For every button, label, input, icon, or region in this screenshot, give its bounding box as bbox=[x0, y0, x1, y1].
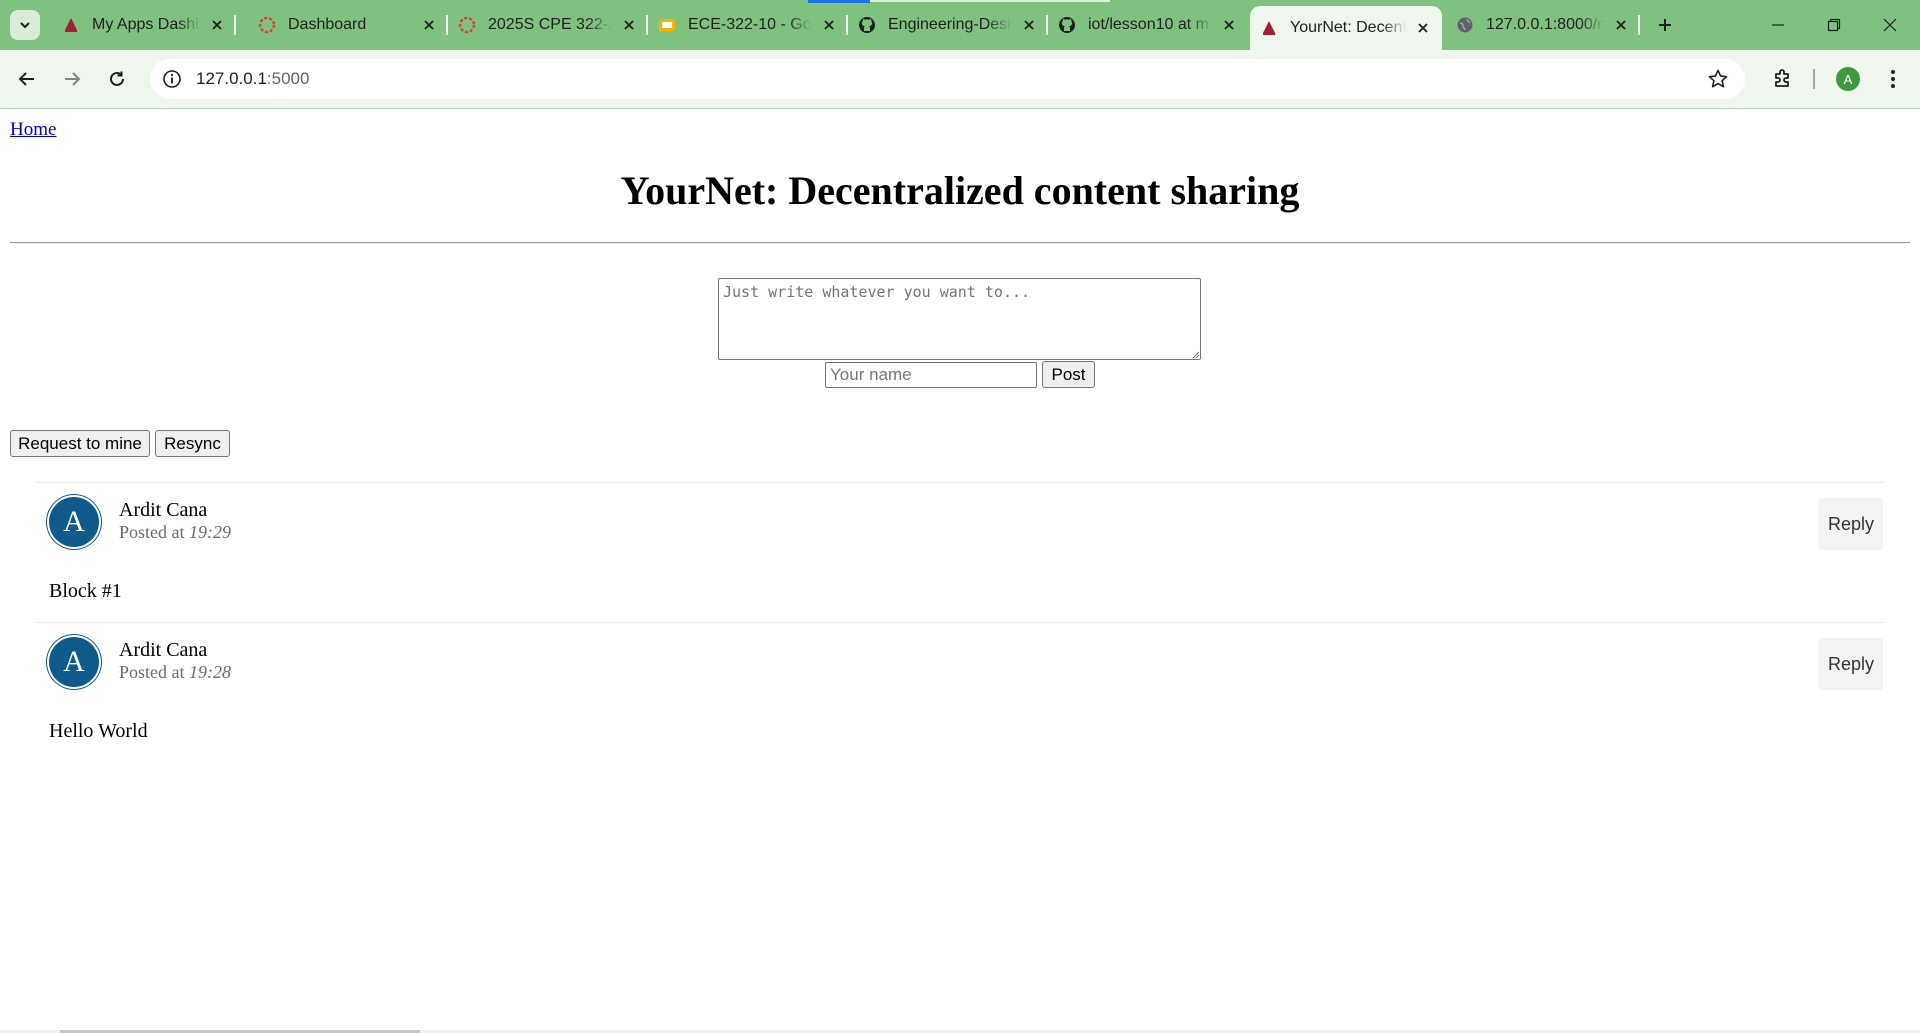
browser-tab[interactable]: ECE-322-10 - Google Slides bbox=[648, 0, 848, 50]
tab-title: 2025S CPE 322-A bbox=[488, 16, 612, 33]
post-time: 19:28 bbox=[189, 662, 231, 682]
toolbar-divider bbox=[1813, 69, 1815, 89]
tab-title: ECE-322-10 - Google Slides bbox=[688, 16, 812, 33]
url-port: :5000 bbox=[266, 69, 310, 88]
url-text: 127.0.0.1:5000 bbox=[196, 69, 309, 89]
close-icon[interactable] bbox=[208, 16, 226, 34]
avatar: A bbox=[47, 495, 101, 549]
canvas-icon bbox=[258, 16, 276, 34]
tab-separator bbox=[1638, 15, 1640, 35]
close-icon[interactable] bbox=[420, 16, 438, 34]
post-content: Block #1 bbox=[49, 580, 122, 602]
address-bar[interactable]: 127.0.0.1:5000 bbox=[150, 59, 1745, 99]
globe-icon bbox=[1456, 16, 1474, 34]
close-icon bbox=[1883, 18, 1897, 32]
stevens-icon bbox=[62, 16, 80, 34]
divider bbox=[10, 242, 1910, 244]
browser-tab[interactable]: 2025S CPE 322-A bbox=[448, 0, 648, 50]
avatar: A bbox=[47, 635, 101, 689]
post-item: A Ardit Cana Posted at 19:29 Reply Block… bbox=[35, 482, 1885, 623]
close-icon[interactable] bbox=[1414, 19, 1432, 37]
request-to-mine-button[interactable]: Request to mine bbox=[10, 430, 150, 457]
new-tab-button[interactable] bbox=[1650, 10, 1680, 40]
browser-tab[interactable]: Engineering-Design bbox=[848, 0, 1048, 50]
canvas-icon bbox=[458, 16, 476, 34]
post-button[interactable]: Post bbox=[1042, 361, 1095, 388]
home-link[interactable]: Home bbox=[10, 119, 56, 141]
tab-title: My Apps Dashboard bbox=[92, 16, 200, 33]
resync-button[interactable]: Resync bbox=[155, 430, 230, 457]
star-icon[interactable] bbox=[1707, 68, 1729, 90]
post-item: A Ardit Cana Posted at 19:28 Reply Hello… bbox=[35, 622, 1885, 763]
back-button[interactable] bbox=[10, 62, 44, 96]
more-vertical-icon bbox=[1891, 70, 1895, 88]
page-title: YourNet: Decentralized content sharing bbox=[620, 168, 1300, 213]
reply-button[interactable]: Reply bbox=[1819, 498, 1883, 550]
tab-title: YourNet: Decentralized bbox=[1290, 19, 1406, 36]
tab-strip: My Apps Dashboard Dashboard 2025S CPE 32… bbox=[0, 0, 1920, 50]
chevron-down-icon bbox=[20, 22, 30, 29]
post-time: 19:29 bbox=[189, 522, 231, 542]
resize-grip-icon[interactable] bbox=[1190, 349, 1200, 359]
tab-title: Engineering-Design bbox=[888, 16, 1012, 33]
github-icon bbox=[858, 16, 876, 34]
profile-avatar[interactable]: A bbox=[1836, 67, 1860, 91]
posted-prefix: Posted at bbox=[119, 662, 185, 682]
post-content-textarea[interactable] bbox=[718, 278, 1201, 360]
forward-button[interactable] bbox=[55, 62, 89, 96]
tab-search-button[interactable] bbox=[10, 10, 40, 40]
minimize-button[interactable] bbox=[1750, 0, 1806, 50]
tab-title: Dashboard bbox=[288, 16, 367, 33]
close-icon[interactable] bbox=[1020, 16, 1038, 34]
restore-icon bbox=[1827, 18, 1841, 32]
browser-tab[interactable]: 127.0.0.1:8000/mine bbox=[1446, 0, 1640, 50]
url-host: 127.0.0.1 bbox=[196, 69, 267, 88]
plus-icon bbox=[1659, 19, 1671, 31]
close-icon[interactable] bbox=[1220, 16, 1238, 34]
browser-tab[interactable]: iot/lesson10 at main bbox=[1048, 0, 1248, 50]
author-name-input[interactable] bbox=[825, 362, 1037, 388]
browser-tab-active[interactable]: YourNet: Decentralized bbox=[1250, 6, 1442, 50]
tab-title: iot/lesson10 at main bbox=[1088, 16, 1212, 33]
post-timestamp: Posted at 19:28 bbox=[119, 662, 231, 683]
minimize-icon bbox=[1772, 24, 1784, 26]
browser-menu-button[interactable] bbox=[1880, 64, 1906, 94]
info-icon[interactable] bbox=[162, 69, 182, 89]
post-author: Ardit Cana bbox=[119, 639, 208, 661]
slides-icon bbox=[658, 16, 676, 34]
tab-separator bbox=[234, 15, 236, 35]
extensions-button[interactable] bbox=[1768, 63, 1798, 93]
browser-toolbar: 127.0.0.1:5000 A bbox=[0, 50, 1920, 109]
page-content: Home YourNet: Decentralized content shar… bbox=[0, 109, 1920, 1033]
close-icon[interactable] bbox=[1612, 16, 1630, 34]
post-content: Hello World bbox=[49, 720, 148, 742]
stevens-icon bbox=[1260, 19, 1278, 37]
reply-button[interactable]: Reply bbox=[1819, 638, 1883, 690]
posted-prefix: Posted at bbox=[119, 522, 185, 542]
restore-button[interactable] bbox=[1806, 0, 1862, 50]
close-window-button[interactable] bbox=[1862, 0, 1918, 50]
tab-title: 127.0.0.1:8000/mine bbox=[1486, 16, 1604, 33]
arrow-left-icon bbox=[18, 72, 34, 86]
arrow-right-icon bbox=[65, 72, 81, 86]
reload-icon bbox=[110, 71, 124, 86]
close-icon[interactable] bbox=[820, 16, 838, 34]
browser-tab[interactable]: My Apps Dashboard bbox=[52, 0, 236, 50]
reload-button[interactable] bbox=[100, 62, 134, 96]
post-timestamp: Posted at 19:29 bbox=[119, 522, 231, 543]
puzzle-icon bbox=[1775, 69, 1789, 87]
post-author: Ardit Cana bbox=[119, 499, 208, 521]
github-icon bbox=[1058, 16, 1076, 34]
close-icon[interactable] bbox=[620, 16, 638, 34]
browser-tab[interactable]: Dashboard bbox=[248, 0, 448, 50]
